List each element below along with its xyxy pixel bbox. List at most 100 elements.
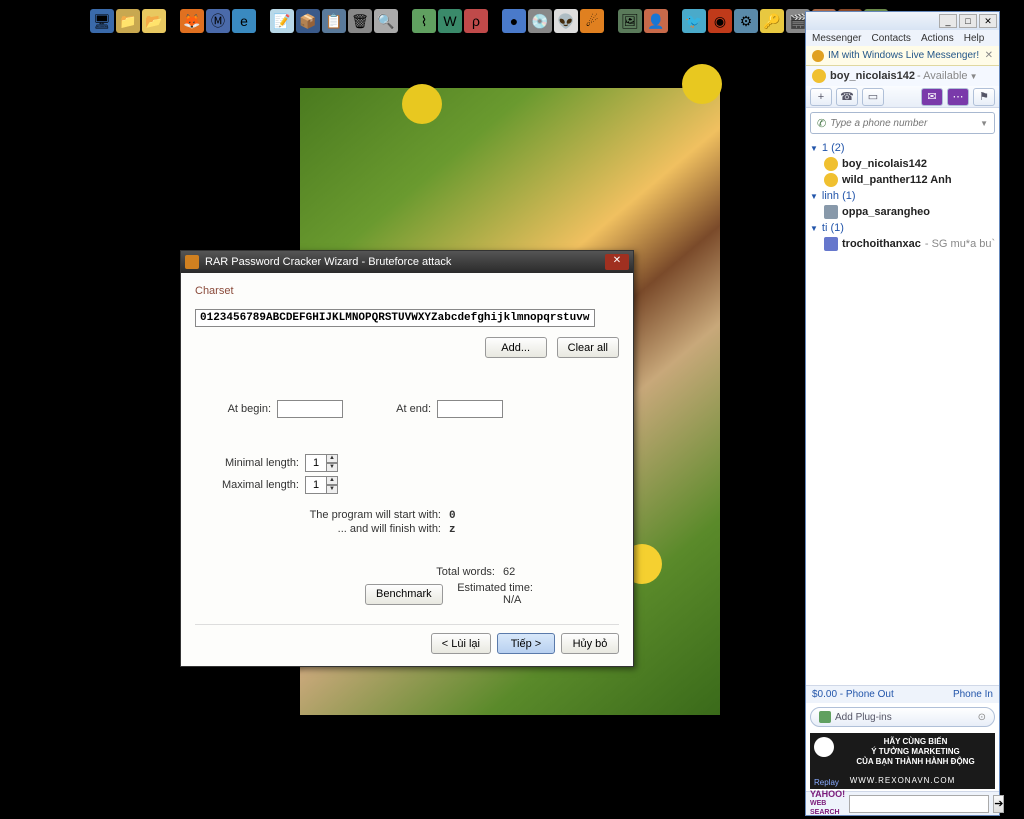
messenger-user-row[interactable]: boy_nicolais142 - Available ▼: [806, 66, 999, 86]
taskbar-icon[interactable]: 📝: [270, 9, 294, 33]
music-icon: [824, 237, 838, 251]
taskbar-icon[interactable]: 🖥: [90, 9, 114, 33]
min-length-label: Minimal length:: [195, 457, 299, 469]
maximize-icon[interactable]: □: [959, 14, 977, 28]
at-begin-label: At begin:: [195, 403, 271, 415]
clear-all-button[interactable]: Clear all: [557, 337, 619, 358]
chat-icon[interactable]: ⋯: [947, 88, 969, 106]
taskbar-icon[interactable]: ●: [502, 9, 526, 33]
spin-up-icon[interactable]: ▲: [326, 476, 338, 485]
desktop-taskbar: 🖥 📁 📂 🦊 Ⓜ e 📝 📦 📋 🗑 🔍 ⌇ W ρ ● 💿 👽 ☄ 🖼 👤 …: [90, 8, 888, 34]
ad-logo-icon: [814, 737, 834, 757]
taskbar-icon[interactable]: ◉: [708, 9, 732, 33]
search-input[interactable]: [849, 795, 989, 813]
at-end-label: At end:: [353, 403, 431, 415]
search-icon[interactable]: 🔍: [374, 9, 398, 33]
dialog-titlebar[interactable]: RAR Password Cracker Wizard - Bruteforce…: [181, 251, 633, 273]
contact-item[interactable]: trochoithanxac- SG mu*a bu`n e'o c: [810, 236, 995, 252]
messenger-toolbar: + ☎ ▭ ✉ ⋯ ⚑: [806, 86, 999, 108]
total-words-value: 62: [503, 566, 533, 578]
chevron-down-icon[interactable]: ▼: [970, 72, 978, 81]
taskbar-icon[interactable]: 🔑: [760, 9, 784, 33]
contact-group[interactable]: linh (1): [810, 188, 995, 204]
next-button[interactable]: Tiếp >: [497, 633, 555, 654]
menu-messenger[interactable]: Messenger: [812, 33, 861, 44]
charset-label: Charset: [195, 285, 619, 297]
close-icon[interactable]: ✕: [979, 14, 997, 28]
spin-down-icon[interactable]: ▼: [326, 463, 338, 472]
cancel-button[interactable]: Hủy bỏ: [561, 633, 619, 654]
menu-actions[interactable]: Actions: [921, 33, 954, 44]
messenger-logo-icon: [812, 50, 824, 62]
replay-link[interactable]: Replay: [814, 778, 839, 787]
smiley-icon: [824, 173, 838, 187]
ie-icon[interactable]: e: [232, 9, 256, 33]
minimize-icon[interactable]: _: [939, 14, 957, 28]
taskbar-icon[interactable]: 🗑: [348, 9, 372, 33]
taskbar-icon[interactable]: ρ: [464, 9, 488, 33]
back-button[interactable]: < Lùi lại: [431, 633, 491, 654]
taskbar-icon[interactable]: ☄: [580, 9, 604, 33]
contact-item[interactable]: wild_panther112 Anh: [810, 172, 995, 188]
banner-close-icon[interactable]: ✕: [985, 50, 993, 61]
min-length-input[interactable]: [305, 454, 327, 472]
at-begin-input[interactable]: [277, 400, 343, 418]
taskbar-icon[interactable]: 📦: [296, 9, 320, 33]
finish-with-value: z: [449, 524, 479, 536]
phone-input[interactable]: [830, 118, 980, 129]
dialog-title: RAR Password Cracker Wizard - Bruteforce…: [205, 256, 605, 268]
taskbar-icon[interactable]: 🖼: [618, 9, 642, 33]
sms-button[interactable]: ☎: [836, 88, 858, 106]
taskbar-icon[interactable]: ⌇: [412, 9, 436, 33]
addressbook-button[interactable]: ▭: [862, 88, 884, 106]
taskbar-icon[interactable]: 📋: [322, 9, 346, 33]
taskbar-icon[interactable]: 📁: [116, 9, 140, 33]
firefox-icon[interactable]: 🦊: [180, 9, 204, 33]
spin-down-icon[interactable]: ▼: [326, 485, 338, 494]
contact-item[interactable]: oppa_sarangheo: [810, 204, 995, 220]
taskbar-icon[interactable]: W: [438, 9, 462, 33]
benchmark-button[interactable]: Benchmark: [365, 584, 443, 605]
phone-input-row[interactable]: ✆ ▼: [810, 112, 995, 134]
total-words-label: Total words:: [436, 566, 495, 578]
phone-out-bar: $0.00 - Phone Out Phone In: [806, 685, 999, 703]
tool-icon[interactable]: ⚑: [973, 88, 995, 106]
taskbar-icon[interactable]: 📂: [142, 9, 166, 33]
ad-banner[interactable]: HÃY CÙNG BIẾN Ý TƯỞNG MARKETING CỦA BẠN …: [810, 733, 995, 789]
app-icon: [185, 255, 199, 269]
yahoo-logo: YAHOO!WEB SEARCH: [810, 790, 845, 817]
contact-group[interactable]: 1 (2): [810, 140, 995, 156]
close-icon[interactable]: ✕: [605, 254, 629, 270]
maxthon-icon[interactable]: Ⓜ: [206, 9, 230, 33]
charset-input[interactable]: [195, 309, 595, 327]
chevron-down-icon[interactable]: ▼: [980, 119, 988, 128]
add-button[interactable]: Add...: [485, 337, 547, 358]
messenger-menubar: Messenger Contacts Actions Help: [806, 30, 999, 46]
messenger-window: _ □ ✕ Messenger Contacts Actions Help IM…: [805, 11, 1000, 816]
phone-out-left[interactable]: $0.00 - Phone Out: [812, 689, 894, 700]
smiley-icon: [824, 157, 838, 171]
menu-help[interactable]: Help: [964, 33, 985, 44]
search-go-button[interactable]: ➔: [993, 795, 1004, 813]
messenger-titlebar[interactable]: _ □ ✕: [806, 12, 999, 30]
taskbar-icon[interactable]: 👽: [554, 9, 578, 33]
taskbar-icon[interactable]: 🐦: [682, 9, 706, 33]
max-length-input[interactable]: [305, 476, 327, 494]
add-plugins-button[interactable]: Add Plug-ins ⊙: [810, 707, 995, 727]
mail-icon[interactable]: ✉: [921, 88, 943, 106]
contacts-list: 1 (2) boy_nicolais142 wild_panther112 An…: [806, 138, 999, 685]
finish-with-label: ... and will finish with:: [338, 523, 441, 535]
add-contact-button[interactable]: +: [810, 88, 832, 106]
menu-contacts[interactable]: Contacts: [871, 33, 910, 44]
contact-item[interactable]: boy_nicolais142: [810, 156, 995, 172]
banner-text: IM with Windows Live Messenger!: [828, 50, 979, 61]
contact-group[interactable]: ti (1): [810, 220, 995, 236]
messenger-banner[interactable]: IM with Windows Live Messenger! ✕: [806, 46, 999, 66]
taskbar-icon[interactable]: 👤: [644, 9, 668, 33]
taskbar-icon[interactable]: 💿: [528, 9, 552, 33]
at-end-input[interactable]: [437, 400, 503, 418]
phone-out-right[interactable]: Phone In: [953, 689, 993, 700]
gear-icon[interactable]: ⚙: [734, 9, 758, 33]
rar-cracker-dialog: RAR Password Cracker Wizard - Bruteforce…: [180, 250, 634, 667]
spin-up-icon[interactable]: ▲: [326, 454, 338, 463]
